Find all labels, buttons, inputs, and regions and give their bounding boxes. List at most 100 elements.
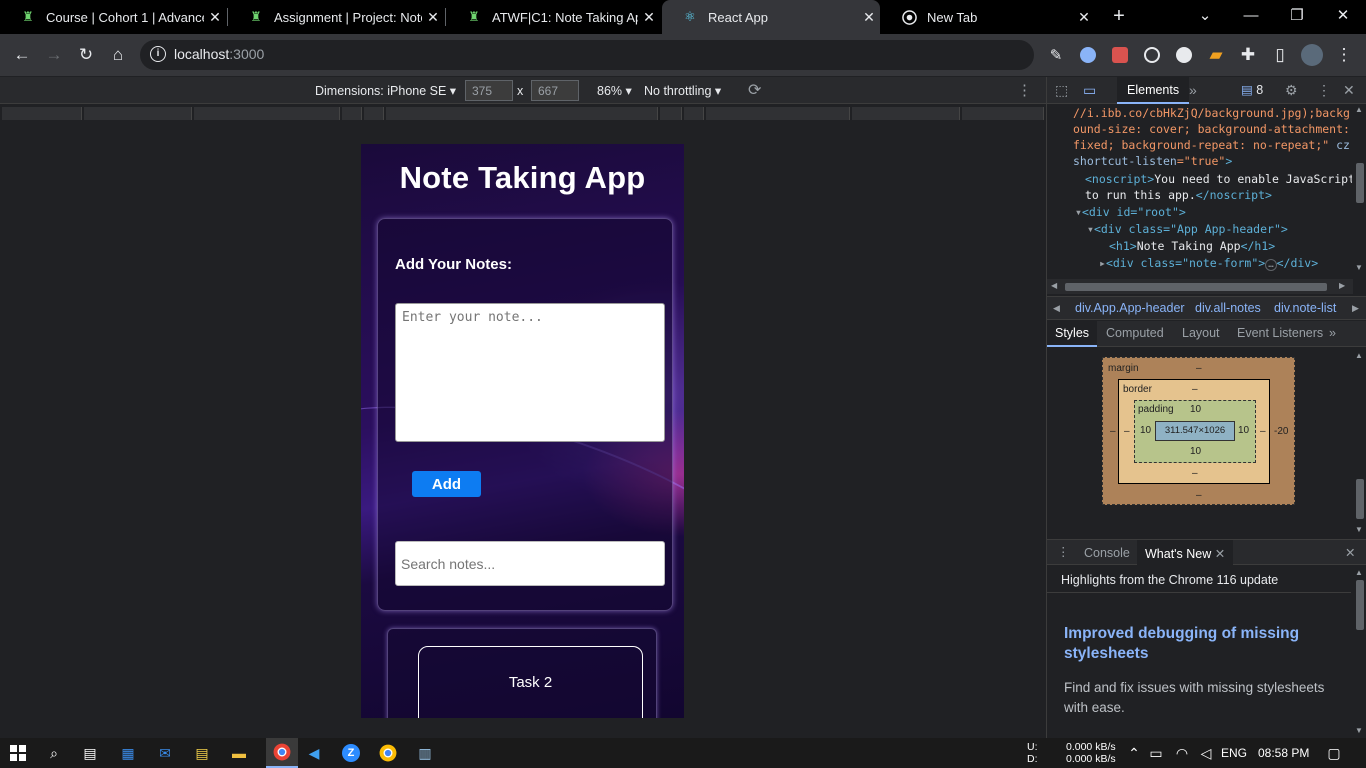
note-textarea[interactable]: [395, 303, 665, 442]
app-content: Add Your Notes: Add Task 2: [361, 144, 684, 718]
wifi-icon[interactable]: ◠: [1172, 743, 1192, 763]
close-icon[interactable]: ✕: [1215, 547, 1225, 561]
extension-icon[interactable]: [1139, 42, 1165, 68]
tab-whats-new[interactable]: What's New ✕: [1137, 540, 1234, 565]
tab-elements[interactable]: Elements: [1117, 77, 1190, 104]
dom-line[interactable]: <noscript>You need to enable JavaScript: [1085, 171, 1353, 188]
styles-scrollbar[interactable]: ▲ ▼: [1352, 349, 1366, 537]
note-card[interactable]: Task 2: [418, 646, 643, 718]
task-view-icon[interactable]: ▤: [80, 743, 100, 763]
restore-icon[interactable]: ❐: [1274, 0, 1320, 34]
forward-icon[interactable]: →: [41, 42, 67, 68]
tab-event-listeners[interactable]: Event Listeners: [1237, 326, 1323, 340]
device-select[interactable]: Dimensions: iPhone SE ▾: [315, 83, 456, 98]
tab-styles[interactable]: Styles: [1047, 321, 1098, 347]
chevron-down-icon[interactable]: ⌄: [1182, 0, 1228, 34]
home-icon[interactable]: ⌂: [105, 42, 131, 68]
zoom-app-icon[interactable]: Z: [341, 743, 361, 763]
chevron-up-icon[interactable]: ⌃: [1124, 743, 1144, 763]
extension-icon[interactable]: ▰: [1203, 42, 1229, 68]
dom-line: //i.ibb.co/cbHkZjQ/background.jpg);backg…: [1073, 106, 1353, 120]
chrome-taskbar-icon[interactable]: [266, 738, 298, 768]
close-icon[interactable]: ✕: [1345, 545, 1355, 560]
battery-icon[interactable]: ▭: [1146, 743, 1166, 763]
dom-line[interactable]: <h1>Note Taking App</h1>: [1109, 238, 1275, 255]
more-vert-icon[interactable]: ⋮: [1017, 81, 1032, 99]
extension-icon[interactable]: [1107, 42, 1133, 68]
dom-line[interactable]: ▾<div class="App App-header">: [1087, 221, 1288, 238]
window-close-icon[interactable]: ✕: [1320, 0, 1366, 34]
inspect-icon[interactable]: ⬚: [1055, 82, 1068, 99]
close-icon[interactable]: ✕: [858, 9, 880, 26]
chevron-left-icon[interactable]: ◀: [1053, 303, 1060, 314]
back-icon[interactable]: ←: [9, 42, 35, 68]
tab-layout[interactable]: Layout: [1182, 326, 1220, 340]
width-input[interactable]: [465, 80, 513, 101]
breadcrumb-item[interactable]: div.all-notes: [1195, 301, 1261, 315]
chrome-taskbar-icon[interactable]: [378, 743, 398, 763]
tab-assignment[interactable]: ♜ Assignment | Project: Note Ta ✕: [228, 0, 444, 34]
vscode-icon[interactable]: ◀: [304, 743, 324, 763]
speaker-icon[interactable]: ◁: [1196, 743, 1216, 763]
clock[interactable]: 08:58 PM: [1258, 746, 1309, 760]
notification-icon[interactable]: ▢: [1324, 743, 1344, 763]
breadcrumb-item[interactable]: div.App.App-header: [1075, 301, 1185, 315]
whats-new-highlights: Highlights from the Chrome 116 update: [1061, 573, 1279, 587]
new-tab-icon[interactable]: +: [1096, 0, 1142, 34]
mail-icon[interactable]: ✉: [155, 743, 175, 763]
more-vert-icon[interactable]: ⋮: [1331, 42, 1357, 68]
zoom-select[interactable]: 86% ▾: [597, 83, 632, 98]
dom-scrollbar[interactable]: ▲ ▼: [1352, 105, 1366, 275]
store-icon[interactable]: ▦: [118, 743, 138, 763]
extension-icon[interactable]: [1075, 42, 1101, 68]
address-bar[interactable]: i localhost:3000: [140, 40, 1034, 70]
tab-computed[interactable]: Computed: [1106, 326, 1164, 340]
eyedropper-extension-icon[interactable]: ✎: [1043, 42, 1069, 68]
more-vert-icon[interactable]: ⋮: [1057, 544, 1070, 559]
language-indicator[interactable]: ENG: [1221, 746, 1247, 760]
border-label: border: [1123, 384, 1152, 395]
device-toggle-icon[interactable]: ▭: [1083, 82, 1096, 99]
whats-new-scrollbar[interactable]: ▲ ▼: [1352, 566, 1366, 738]
close-icon[interactable]: ✕: [204, 9, 226, 26]
more-tabs-icon[interactable]: »: [1329, 326, 1336, 340]
tab-course[interactable]: ♜ Course | Cohort 1 | Advance I ✕: [0, 0, 226, 34]
info-icon[interactable]: i: [150, 46, 166, 62]
dom-line[interactable]: ▸<div class="note-form">… </div>: [1099, 255, 1318, 274]
extension-icon[interactable]: [1171, 42, 1197, 68]
add-button[interactable]: Add: [412, 471, 481, 497]
throttling-select[interactable]: No throttling ▾: [644, 83, 721, 98]
more-tabs-icon[interactable]: »: [1189, 82, 1197, 98]
issues-badge[interactable]: ▤ 8: [1241, 82, 1263, 97]
search-input[interactable]: [395, 541, 665, 586]
gear-icon[interactable]: ⚙: [1285, 82, 1298, 99]
tab-console[interactable]: Console: [1084, 546, 1130, 560]
avatar[interactable]: [1299, 42, 1325, 68]
tab-atwf[interactable]: ♜ ATWF|C1: Note Taking App ✕: [446, 0, 660, 34]
reload-icon[interactable]: ↻: [73, 42, 99, 68]
tab-new-tab[interactable]: New Tab ✕: [881, 0, 1095, 34]
height-input[interactable]: [531, 80, 579, 101]
puzzle-icon[interactable]: ✚: [1235, 42, 1261, 68]
minimize-icon[interactable]: —: [1228, 0, 1274, 34]
search-icon[interactable]: ⌕: [44, 743, 64, 763]
close-icon[interactable]: ✕: [1343, 82, 1355, 99]
rotate-icon[interactable]: ⟳: [748, 80, 761, 100]
close-icon[interactable]: ✕: [422, 9, 444, 26]
more-vert-icon[interactable]: ⋮: [1317, 82, 1331, 99]
close-icon[interactable]: ✕: [638, 9, 660, 26]
tab-react-app[interactable]: ⚛ React App ✕: [662, 0, 880, 34]
windows-start-icon[interactable]: [8, 743, 28, 763]
chevron-right-icon[interactable]: ▶: [1352, 303, 1359, 314]
notes-app-icon[interactable]: ▥: [415, 743, 435, 763]
whats-new-heading[interactable]: Improved debugging of missing stylesheet…: [1064, 624, 1344, 664]
dom-horizontal-scrollbar[interactable]: ◀ ▶: [1047, 279, 1353, 294]
breadcrumb-item[interactable]: div.note-list: [1274, 301, 1336, 315]
dom-line[interactable]: ▾<div id="root">: [1075, 204, 1186, 221]
close-icon[interactable]: ✕: [1073, 9, 1095, 26]
side-panel-icon[interactable]: ▯: [1267, 42, 1293, 68]
padding-right-value: 10: [1238, 425, 1250, 436]
file-explorer-icon[interactable]: ▬: [229, 743, 249, 763]
dom-line[interactable]: to run this app.</noscript>: [1085, 187, 1272, 204]
notepad-icon[interactable]: ▤: [192, 743, 212, 763]
